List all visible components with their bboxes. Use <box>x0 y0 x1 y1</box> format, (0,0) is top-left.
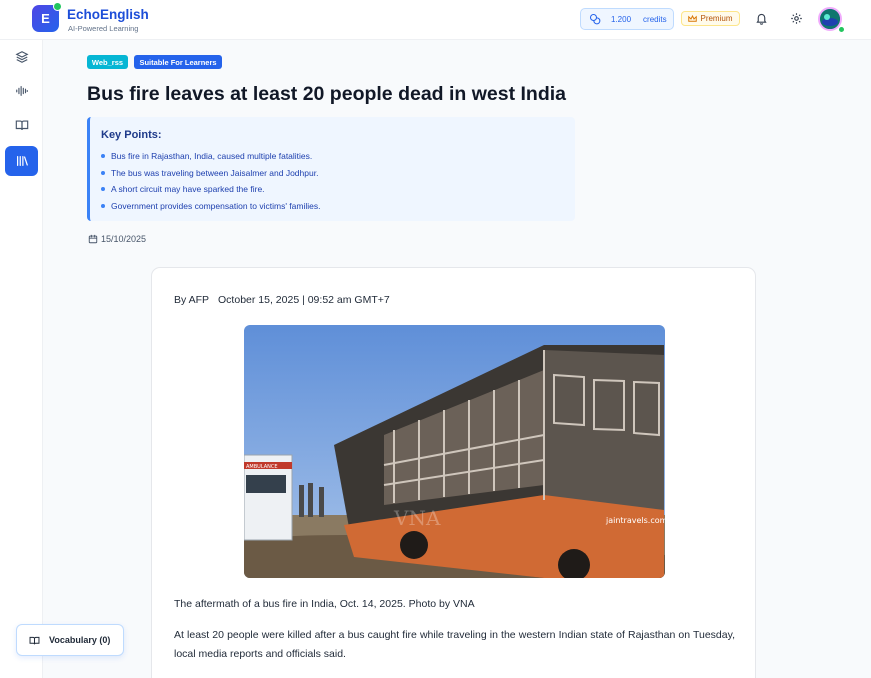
article-date: 15/10/2025 <box>88 234 146 244</box>
key-point-item: Government provides compensation to vict… <box>101 200 320 217</box>
premium-badge[interactable]: Premium <box>681 11 740 26</box>
burned-bus-image: AMBULANCE VNA jaintravels.com <box>244 325 665 578</box>
logo-letter: E <box>41 11 50 26</box>
tag-suitable-for-learners[interactable]: Suitable For Learners <box>134 55 222 69</box>
online-dot <box>53 2 62 11</box>
key-point-item: A short circuit may have sparked the fir… <box>101 183 320 200</box>
article-card: By AFP October 15, 2025 | 09:52 am GMT+7 … <box>151 267 756 678</box>
vocabulary-label: Vocabulary (0) <box>49 635 111 645</box>
sidebar-item-listening[interactable] <box>5 76 38 106</box>
sidebar-item-library[interactable] <box>5 146 38 176</box>
key-points-box: Key Points: Bus fire in Rajasthan, India… <box>87 117 575 221</box>
publish-time: October 15, 2025 | 09:52 am GMT+7 <box>218 294 390 306</box>
bus-brand-text: jaintravels.com <box>605 516 665 525</box>
tag-web-rss[interactable]: Web_rss <box>87 55 128 69</box>
date-text: 15/10/2025 <box>101 234 147 244</box>
premium-label: Premium <box>700 14 733 23</box>
credits-label: credits <box>643 14 667 24</box>
key-point-text: Government provides compensation to vict… <box>111 200 321 211</box>
sidebar-item-reading[interactable] <box>5 110 38 140</box>
credits-badge[interactable]: 1.200 credits <box>580 8 674 30</box>
key-point-text: A short circuit may have sparked the fir… <box>111 184 265 194</box>
audio-wave-icon <box>15 86 28 96</box>
book-open-icon <box>29 636 40 644</box>
photo-caption: The aftermath of a bus fire in India, Oc… <box>174 598 475 610</box>
library-icon <box>16 156 28 166</box>
article-paragraph: At least 20 people were killed after a b… <box>174 629 735 660</box>
brand-name[interactable]: EchoEnglish <box>67 7 149 22</box>
app-logo[interactable]: E <box>32 2 62 32</box>
credits-value: 1.200 <box>611 14 632 24</box>
article-byline: By AFP October 15, 2025 | 09:52 am GMT+7 <box>174 294 390 306</box>
brand-tagline: AI-Powered Learning <box>68 24 139 33</box>
key-point-text: Bus fire in Rajasthan, India, caused mul… <box>111 151 313 161</box>
vocabulary-button[interactable]: Vocabulary (0) <box>16 624 124 656</box>
key-points-title: Key Points: <box>101 129 162 141</box>
avatar-status-dot <box>838 26 845 33</box>
article-photo[interactable]: AMBULANCE VNA jaintravels.com <box>244 325 665 578</box>
photo-watermark: VNA <box>393 506 441 530</box>
top-header: E EchoEnglish AI-Powered Learning 1.200 … <box>0 0 871 40</box>
ambulance-text: AMBULANCE <box>246 464 278 470</box>
key-points-list: Bus fire in Rajasthan, India, caused mul… <box>101 150 320 216</box>
bell-icon[interactable] <box>755 12 768 25</box>
left-sidebar <box>0 40 43 678</box>
crown-icon <box>688 14 698 22</box>
sidebar-item-layers[interactable] <box>5 42 38 72</box>
book-open-icon <box>15 120 28 130</box>
key-point-item: Bus fire in Rajasthan, India, caused mul… <box>101 150 320 167</box>
key-point-item: The bus was traveling between Jaisalmer … <box>101 167 320 184</box>
avatar-image <box>820 9 840 29</box>
coins-icon <box>589 13 601 25</box>
article-title: Bus fire leaves at least 20 people dead … <box>87 83 567 105</box>
author: By AFP <box>174 294 210 306</box>
settings-gear-icon[interactable] <box>790 12 803 25</box>
key-point-text: The bus was traveling between Jaisalmer … <box>111 167 319 178</box>
calendar-icon <box>88 234 98 244</box>
layers-icon <box>14 51 29 63</box>
